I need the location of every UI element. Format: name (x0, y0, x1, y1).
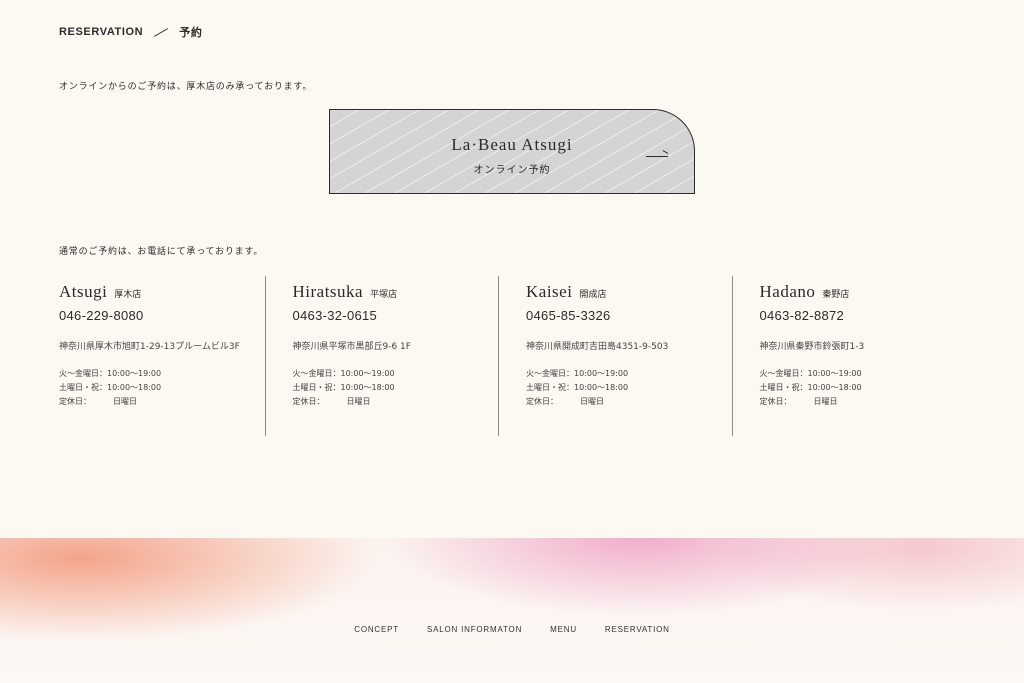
store-hours: 火〜金曜日：10:00〜19:00 土曜日・祝：10:00〜18:00 定休日：… (526, 367, 716, 409)
footer-link-reservation[interactable]: RESERVATION (605, 625, 670, 634)
store-hadano: Hadano 秦野店 0463-82-8872 神奈川県秦野市鈴張町1-3 火〜… (731, 276, 966, 436)
store-phone[interactable]: 0463-32-0615 (293, 308, 483, 323)
online-reservation-button[interactable]: La·Beau Atsugi オンライン予約 (329, 109, 695, 194)
phone-intro-text: 通常のご予約は、お電話にて承っております。 (59, 247, 264, 257)
store-hours: 火〜金曜日：10:00〜19:00 土曜日・祝：10:00〜18:00 定休日：… (760, 367, 950, 409)
footer-link-salon-information[interactable]: SALON INFORMATON (427, 625, 522, 634)
footer-link-concept[interactable]: CONCEPT (354, 625, 399, 634)
footer: CONCEPT SALON INFORMATON MENU RESERVATIO… (0, 538, 1024, 683)
booking-card-label: オンライン予約 (473, 165, 551, 176)
store-address: 神奈川県平塚市黒部丘9-6 1F (292, 342, 411, 352)
arrow-right-icon (646, 156, 668, 157)
store-address: 神奈川県開成町吉田島4351-9-503 (526, 342, 669, 352)
closed-day: 日曜日 (813, 397, 838, 406)
footer-link-menu[interactable]: MENU (550, 625, 577, 634)
store-name-jp: 平塚店 (370, 290, 398, 300)
store-kaisei: Kaisei 開成店 0465-85-3326 神奈川県開成町吉田島4351-9… (498, 276, 732, 436)
section-heading: RESERVATION 予約 (59, 24, 202, 40)
store-name: Kaisei (526, 282, 573, 301)
footer-nav: CONCEPT SALON INFORMATON MENU RESERVATIO… (0, 625, 1024, 634)
section-title-jp: 予約 (179, 27, 203, 39)
store-list: Atsugi 厚木店 046-229-8080 神奈川県厚木市旭町1-29-13… (59, 276, 965, 436)
hours-weekend: 土曜日・祝：10:00〜18:00 (59, 383, 162, 392)
store-name-jp: 厚木店 (114, 290, 142, 300)
closed-label: 定休日： (759, 397, 792, 406)
store-hours: 火〜金曜日：10:00〜19:00 土曜日・祝：10:00〜18:00 定休日：… (293, 367, 483, 409)
store-address: 神奈川県厚木市旭町1-29-13プルームビル3F (59, 342, 240, 352)
store-name: Hiratsuka (292, 282, 364, 301)
closed-label: 定休日： (526, 397, 558, 406)
hours-weekend: 土曜日・祝：10:00〜18:00 (526, 383, 629, 392)
hours-weekday: 火〜金曜日：10:00〜19:00 (59, 369, 162, 378)
closed-label: 定休日： (59, 397, 91, 406)
store-name-jp: 開成店 (579, 290, 607, 300)
online-intro-text: オンラインからのご予約は、厚木店のみ承っております。 (59, 82, 313, 92)
store-address: 神奈川県秦野市鈴張町1-3 (759, 342, 865, 352)
hours-weekend: 土曜日・祝：10:00〜18:00 (292, 383, 395, 392)
closed-day: 日曜日 (113, 397, 137, 406)
store-hours: 火〜金曜日：10:00〜19:00 土曜日・祝：10:00〜18:00 定休日：… (59, 367, 249, 409)
hours-weekday: 火〜金曜日：10:00〜19:00 (526, 369, 629, 378)
section-title-en: RESERVATION (59, 26, 144, 38)
closed-day: 日曜日 (346, 397, 371, 406)
store-hiratsuka: Hiratsuka 平塚店 0463-32-0615 神奈川県平塚市黒部丘9-6… (264, 276, 499, 436)
closed-label: 定休日： (292, 397, 325, 406)
store-phone[interactable]: 046-229-8080 (59, 308, 249, 323)
store-phone[interactable]: 0463-82-8872 (760, 308, 950, 323)
hours-weekday: 火〜金曜日：10:00〜19:00 (759, 369, 862, 378)
store-name: Hadano (759, 282, 816, 301)
hours-weekend: 土曜日・祝：10:00〜18:00 (759, 383, 862, 392)
store-name-jp: 秦野店 (822, 290, 850, 300)
closed-day: 日曜日 (580, 397, 604, 406)
store-phone[interactable]: 0465-85-3326 (526, 308, 716, 323)
slash-divider (154, 27, 169, 37)
store-atsugi: Atsugi 厚木店 046-229-8080 神奈川県厚木市旭町1-29-13… (59, 276, 265, 436)
store-name: Atsugi (59, 282, 108, 301)
booking-card-salon: La·Beau Atsugi (451, 135, 573, 154)
hours-weekday: 火〜金曜日：10:00〜19:00 (292, 369, 395, 378)
